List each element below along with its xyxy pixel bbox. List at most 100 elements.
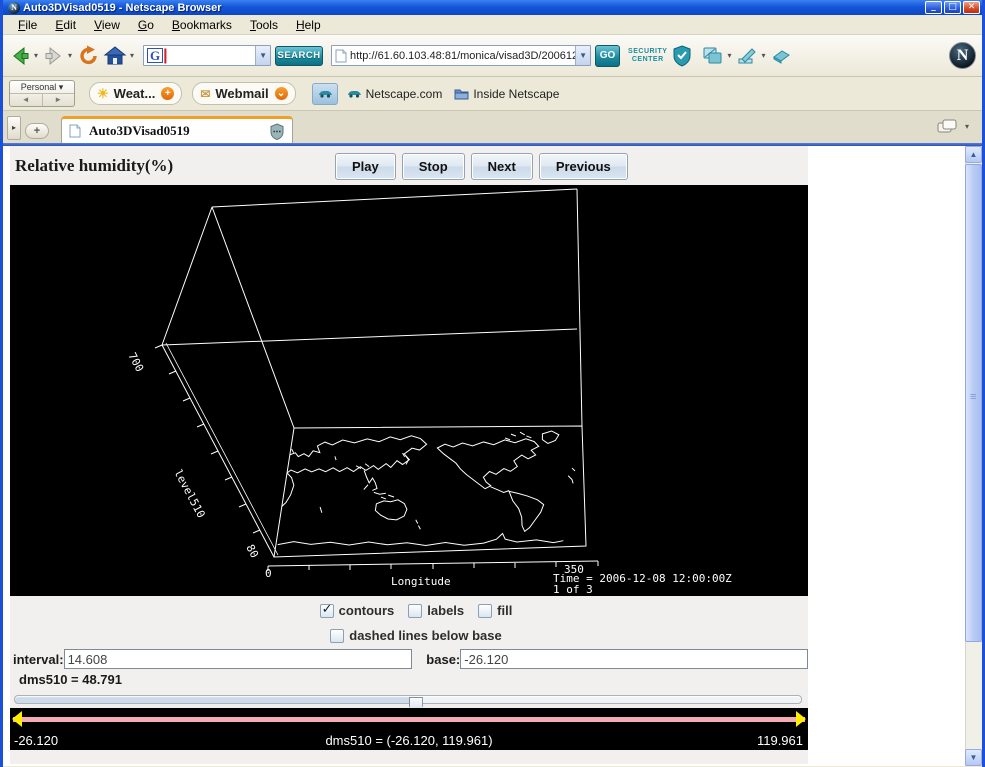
page-viewport: Relative humidity(%) Play Stop Next Prev… — [3, 146, 982, 766]
range-line[interactable] — [13, 717, 805, 722]
back-button[interactable]: ▾ — [9, 45, 41, 67]
browser-window: N Auto3DVisad0519 - Netscape Browser _ □… — [0, 0, 985, 767]
visad-applet: Relative humidity(%) Play Stop Next Prev… — [10, 146, 808, 764]
forward-dropdown-caret[interactable]: ▾ — [68, 51, 72, 60]
go-button[interactable]: GO — [595, 45, 620, 67]
fill-checkbox[interactable] — [478, 604, 492, 618]
window-title: Auto3DVisad0519 - Netscape Browser — [23, 2, 925, 14]
text-cursor: | — [163, 47, 167, 65]
world-map-outline — [276, 431, 582, 547]
pen-icon — [736, 46, 758, 66]
title-bar: N Auto3DVisad0519 - Netscape Browser _ □… — [3, 0, 982, 15]
personal-group-label: Personal — [21, 82, 57, 92]
multibar-button[interactable]: ▾ — [702, 46, 734, 66]
tab-title: Auto3DVisad0519 — [89, 123, 190, 139]
menu-tools[interactable]: Tools — [241, 16, 287, 34]
weather-button[interactable]: ☀ Weat... + — [89, 82, 182, 105]
forward-button[interactable]: ▾ — [43, 45, 75, 67]
netscape-logo[interactable]: N — [949, 42, 976, 69]
maximize-button[interactable]: □ — [944, 1, 961, 14]
range-left-arrow-icon[interactable] — [12, 711, 22, 727]
window-list-button[interactable]: ▾ — [936, 117, 972, 135]
base-label: base: — [426, 652, 460, 667]
menu-edit[interactable]: Edit — [46, 16, 85, 34]
inside-netscape-link[interactable]: Inside Netscape — [454, 87, 559, 101]
multibar-dropdown-caret[interactable]: ▾ — [727, 51, 731, 60]
cascade-windows-icon — [936, 117, 962, 135]
webmail-button[interactable]: ✉ Webmail ⌄ — [192, 82, 295, 105]
search-input[interactable]: G | ▼ — [143, 45, 271, 66]
netscape-com-link[interactable]: Netscape.com — [346, 87, 443, 101]
frame-counter-label: 1 of 3 — [553, 583, 593, 596]
home-button[interactable]: ▾ — [103, 45, 137, 67]
range-select-bar[interactable]: -26.120 dms510 = (-26.120, 119.961) 119.… — [10, 708, 808, 750]
webmail-badge-icon: ⌄ — [275, 87, 288, 100]
tab-list-button[interactable]: ▸ — [7, 116, 21, 140]
menu-file[interactable]: File — [9, 16, 46, 34]
contour-fields: interval: base: — [10, 647, 808, 671]
lon-axis-label: Longitude — [391, 575, 451, 588]
highlight-button[interactable]: ▾ — [736, 46, 768, 66]
labels-checkbox[interactable] — [408, 604, 422, 618]
tab-active[interactable]: Auto3DVisad0519 — [61, 116, 293, 143]
range-right-arrow-icon[interactable] — [796, 711, 806, 727]
page-title: Relative humidity(%) — [15, 156, 173, 176]
menu-go[interactable]: Go — [129, 16, 163, 34]
folder-icon — [454, 88, 469, 100]
range-max-label: 119.961 — [757, 733, 803, 748]
slider-track[interactable] — [14, 695, 802, 704]
scrollbar-thumb[interactable] — [965, 164, 982, 642]
security-center-label[interactable]: SECURITY CENTER — [628, 48, 667, 64]
forward-arrow-icon — [43, 45, 65, 67]
scroll-down-icon[interactable]: ▼ — [965, 749, 982, 766]
contour-controls: contours labels fill dashed lines below … — [10, 596, 808, 647]
minimize-button[interactable]: _ — [925, 1, 942, 14]
scroll-up-icon[interactable]: ▲ — [965, 146, 982, 163]
menu-view[interactable]: View — [85, 16, 129, 34]
personal-toolbar: Personal ▾ ◄ ► ☀ Weat... + ✉ Webmail ⌄ — [3, 77, 982, 111]
back-dropdown-caret[interactable]: ▾ — [34, 51, 38, 60]
home-dropdown-caret[interactable]: ▾ — [130, 51, 134, 60]
search-dropdown-button[interactable]: ▼ — [255, 46, 270, 65]
visad-3d-plot[interactable]: 700 80 level510 0 350 Longitude Time = 2… — [10, 185, 808, 596]
dashed-lines-checkbox[interactable] — [330, 629, 344, 643]
menu-help[interactable]: Help — [287, 16, 330, 34]
dms-value-label: dms510 = 48.791 — [19, 672, 122, 687]
previous-button[interactable]: Previous — [539, 153, 628, 180]
dms-value-row: dms510 = 48.791 — [10, 671, 808, 690]
stop-button[interactable]: Stop — [402, 153, 465, 180]
level-axis-label: level510 — [171, 467, 207, 520]
url-text[interactable]: http://61.60.103.48:81/monica/visad3D/20… — [350, 50, 575, 62]
url-dropdown-button[interactable]: ▼ — [575, 46, 590, 65]
back-arrow-icon — [9, 45, 31, 67]
reload-icon — [77, 44, 101, 68]
contours-checkbox[interactable] — [320, 604, 334, 618]
play-button[interactable]: Play — [335, 153, 396, 180]
clear-button[interactable] — [770, 47, 792, 65]
interval-label: interval: — [13, 652, 64, 667]
page-icon — [335, 49, 347, 63]
search-engine-icon: G — [147, 48, 163, 63]
new-tab-button[interactable]: + — [25, 123, 49, 139]
vertical-scrollbar[interactable]: ▲ ▼ — [965, 146, 982, 766]
pen-dropdown-caret[interactable]: ▾ — [761, 51, 765, 60]
page-icon — [69, 124, 81, 138]
personal-prev-button[interactable]: ◄ — [10, 94, 43, 106]
search-button[interactable]: SEARCH — [275, 46, 323, 66]
shield-icon[interactable] — [672, 45, 692, 67]
interval-field[interactable] — [64, 649, 413, 669]
window-list-caret[interactable]: ▾ — [965, 122, 969, 131]
tab-shield-icon[interactable] — [269, 123, 285, 140]
base-field[interactable] — [460, 649, 808, 669]
lon-tick-first: 0 — [265, 567, 272, 580]
close-button[interactable]: ✕ — [963, 1, 980, 14]
labels-label: labels — [427, 603, 464, 618]
personal-group-selector[interactable]: Personal ▾ ◄ ► — [9, 80, 75, 107]
netscape-shortcut-button[interactable] — [312, 83, 338, 105]
next-button[interactable]: Next — [471, 153, 533, 180]
url-bar[interactable]: http://61.60.103.48:81/monica/visad3D/20… — [331, 45, 591, 66]
reload-button[interactable] — [77, 44, 101, 68]
dms-slider-row — [10, 690, 808, 708]
menu-bookmarks[interactable]: Bookmarks — [163, 16, 241, 34]
personal-next-button[interactable]: ► — [43, 94, 75, 106]
